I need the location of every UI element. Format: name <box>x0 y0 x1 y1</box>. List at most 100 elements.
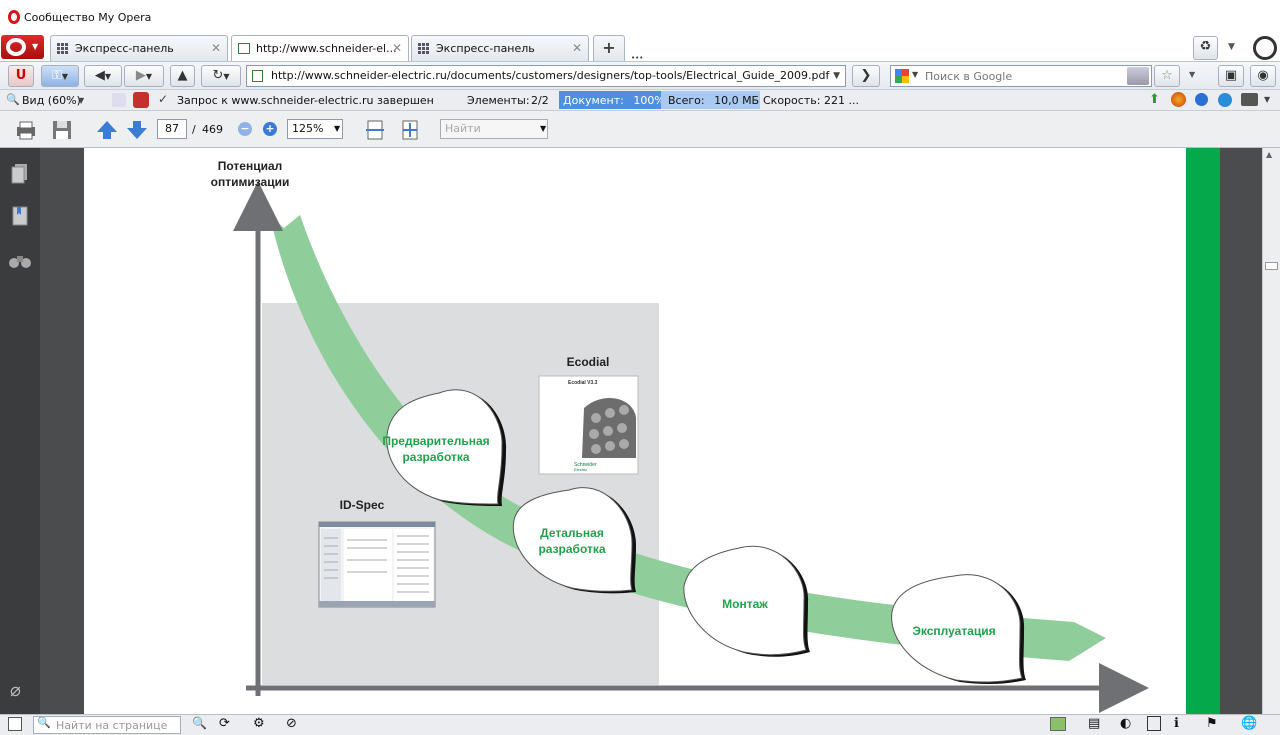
google-icon <box>895 69 909 83</box>
chevron-down-icon[interactable]: ▼ <box>540 124 546 133</box>
tab-schneider[interactable]: http://www.schneider-el... ✕ <box>231 35 409 61</box>
back-button[interactable]: ◀▼ <box>84 65 122 87</box>
chevron-down-icon[interactable]: ▼ <box>78 96 84 105</box>
upload-icon[interactable]: ⬆ <box>1149 92 1160 107</box>
attachment-icon[interactable]: ⌀ <box>10 680 21 701</box>
unite-icon[interactable]: ⚙ <box>253 716 265 731</box>
page-separator: / <box>192 123 196 136</box>
printer-icon[interactable] <box>1241 93 1258 106</box>
speed-dial-status-icon[interactable]: ⊘ <box>286 716 297 731</box>
security-icon[interactable]: ⚑ <box>1206 716 1218 731</box>
chevron-down-icon[interactable]: ▼ <box>1228 42 1235 52</box>
chevron-down-icon[interactable]: ▼ <box>1264 95 1270 104</box>
page-number-input[interactable]: 87 <box>157 119 187 139</box>
zoom-icon[interactable]: 🔍 <box>192 716 207 730</box>
opera-menu-button[interactable]: ▼ <box>1 35 44 59</box>
close-tab-icon[interactable]: ✕ <box>392 41 402 55</box>
turbo-icon[interactable]: ◐ <box>1120 716 1131 731</box>
trash-button[interactable]: ♻ <box>1193 36 1218 60</box>
info-icon[interactable]: ℹ <box>1174 716 1179 731</box>
back-arrow-icon: ◀ <box>94 68 105 83</box>
binoculars-icon[interactable] <box>8 250 32 270</box>
fit-page-icon[interactable] <box>398 118 422 142</box>
search-input[interactable] <box>925 68 1121 84</box>
tab-express-panel-2[interactable]: Экспресс-панель ✕ <box>411 35 589 61</box>
youtube-icon[interactable] <box>133 92 149 108</box>
vertical-scrollbar[interactable]: ▲ <box>1262 148 1280 714</box>
chevron-down-icon[interactable]: ▼ <box>833 66 840 86</box>
new-tab-button[interactable]: + <box>593 35 625 61</box>
find-input[interactable]: Найти <box>440 119 548 139</box>
search-box[interactable]: ▼ <box>890 65 1152 87</box>
speed-dial-icon <box>57 43 69 54</box>
view-icon[interactable] <box>1147 716 1161 731</box>
fit-width-status-icon[interactable]: ▤ <box>1088 716 1100 731</box>
images-icon[interactable] <box>1050 717 1066 731</box>
page-icon <box>252 70 263 82</box>
notes-button[interactable]: ▣ <box>1218 65 1244 87</box>
firefox-icon[interactable] <box>1171 92 1186 107</box>
ecodial-box-brand-2: Electric <box>574 467 587 472</box>
fit-width-icon[interactable] <box>363 118 387 142</box>
close-tab-icon[interactable]: ✕ <box>572 41 582 55</box>
close-tab-icon[interactable]: ✕ <box>211 41 221 55</box>
view-zoom[interactable]: Вид (60%) <box>22 94 81 107</box>
eye-icon: ◉ <box>1257 68 1269 83</box>
print-icon[interactable] <box>14 118 38 142</box>
zoom-out-icon[interactable]: − <box>238 122 252 136</box>
zoom-in-icon[interactable]: + <box>263 122 277 136</box>
previous-page-icon[interactable] <box>95 118 119 142</box>
go-arrow-icon: ❯ <box>860 68 872 83</box>
stage-label: разработка <box>538 542 605 556</box>
forward-button[interactable]: ▶▼ <box>124 65 164 87</box>
elements-value: 2/2 <box>531 94 549 107</box>
chevron-down-icon: ▼ <box>32 42 39 51</box>
document-progress: Документ: 100% <box>559 91 665 109</box>
sync-icon[interactable]: ⟳ <box>219 716 230 731</box>
pages-icon[interactable] <box>9 162 31 184</box>
zoom-icon: 🔍 <box>6 93 20 106</box>
tab-label: http://www.schneider-el... <box>256 42 397 55</box>
chevron-down-icon[interactable]: ▼ <box>1189 70 1195 79</box>
reload-button[interactable]: ↻▼ <box>201 65 241 87</box>
trash-icon: ♻ <box>1199 39 1212 54</box>
go-button[interactable]: ❯ <box>852 65 880 87</box>
next-page-icon[interactable] <box>125 118 149 142</box>
elements-label: Элементы: <box>467 94 530 107</box>
scrollbar-thumb[interactable] <box>1265 262 1278 270</box>
chevron-down-icon[interactable]: ▼ <box>912 70 918 79</box>
wand-button[interactable]: ⚿▼ <box>41 65 79 87</box>
scroll-up-icon[interactable]: ▲ <box>1266 150 1272 159</box>
bookmark-star-button[interactable]: ☆ <box>1154 65 1180 87</box>
up-button[interactable]: ▲ <box>170 65 195 87</box>
search-icon[interactable] <box>1127 67 1149 85</box>
tab-express-panel-1[interactable]: Экспресс-панель ✕ <box>50 35 228 61</box>
address-field[interactable]: http://www.schneider-electric.ru/documen… <box>246 65 846 87</box>
save-icon[interactable] <box>50 118 74 142</box>
stage-label: Предварительная <box>382 434 489 448</box>
pdf-page: Потенциал оптимизации Ecodial Ecodial V3… <box>84 148 1186 714</box>
globe-icon[interactable] <box>1218 93 1232 107</box>
stage-label: разработка <box>402 450 469 464</box>
page-green-band <box>1186 148 1220 714</box>
find-on-page-input[interactable]: Найти на странице <box>33 716 181 734</box>
panel-toggle-button[interactable]: ◉ <box>1250 65 1276 87</box>
optimization-diagram: Потенциал оптимизации Ecodial Ecodial V3… <box>211 159 1149 713</box>
total-size: Всего: 10,0 МБ <box>661 91 760 109</box>
address-url: http://www.schneider-electric.ru/documen… <box>271 69 830 82</box>
total-pages: 469 <box>202 123 223 136</box>
opera-link-button[interactable]: U <box>8 65 34 87</box>
messenger-icon[interactable] <box>1195 93 1208 106</box>
panel-toggle-icon[interactable] <box>8 717 22 731</box>
stage-bubble-montage: Монтаж <box>683 545 810 657</box>
forward-arrow-icon: ▶ <box>135 68 146 83</box>
bookmarks-icon[interactable] <box>9 205 31 227</box>
y-axis-label-line1: Потенциал <box>218 159 283 173</box>
clock-icon[interactable] <box>1253 36 1277 60</box>
chevron-down-icon[interactable]: ▼ <box>334 124 340 133</box>
tools-icon[interactable] <box>112 93 126 107</box>
opera-unite-icon: U <box>15 68 27 83</box>
stage-label: Монтаж <box>722 597 768 611</box>
key-icon: ⚿ <box>51 68 62 83</box>
globe-status-icon[interactable]: 🌐 <box>1241 716 1257 731</box>
